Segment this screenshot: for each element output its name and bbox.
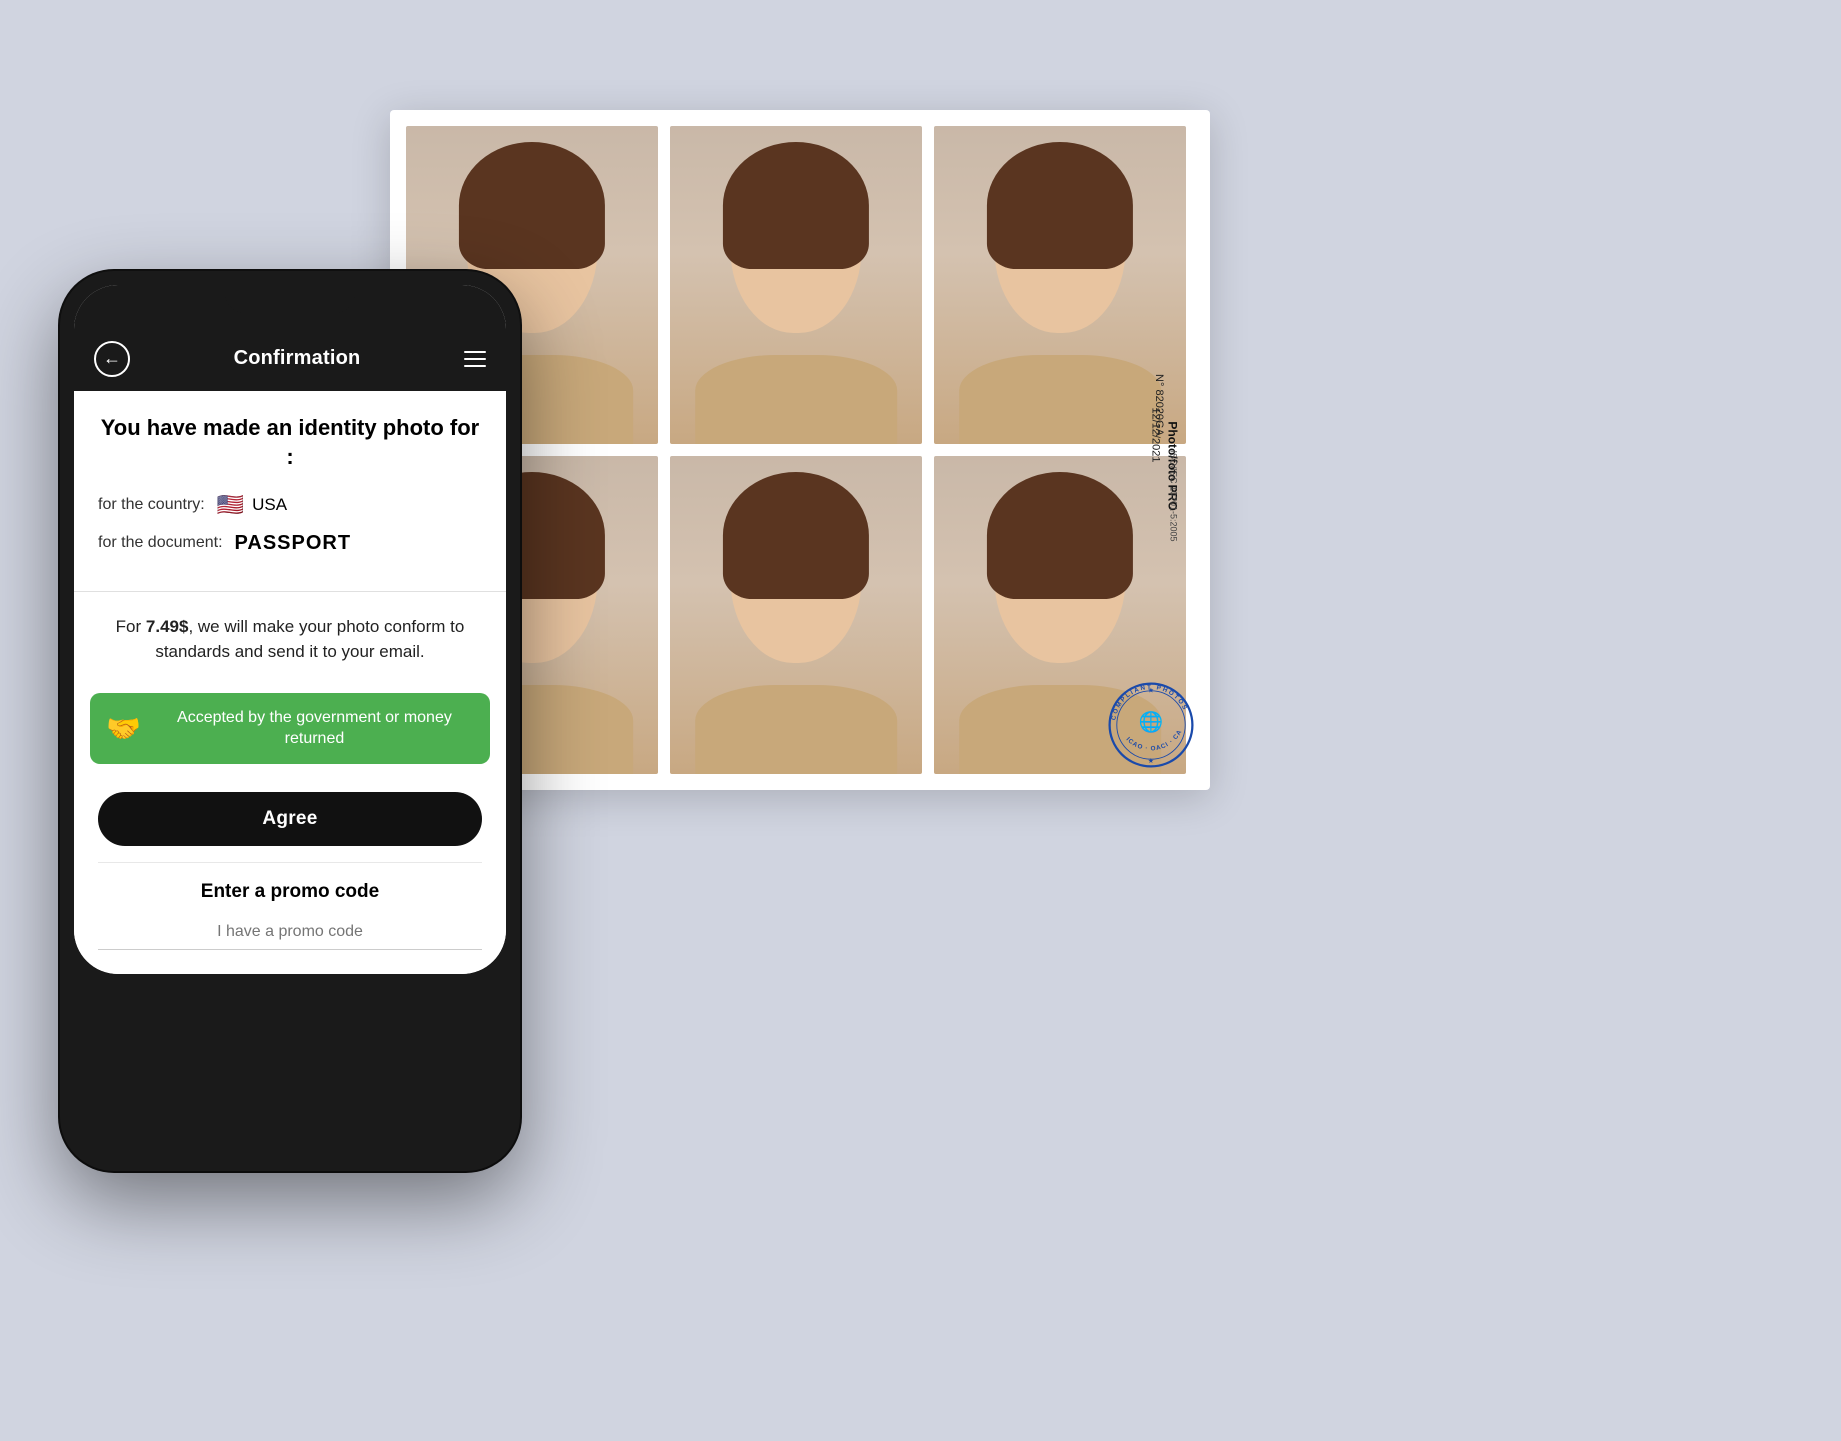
country-row: for the country: 🇺🇸 USA — [98, 492, 482, 518]
pricing-section: For 7.49$, we will make your photo confo… — [74, 596, 506, 681]
identity-title: You have made an identity photo for : — [98, 413, 482, 472]
pricing-suffix: , we will make your photo conform to sta… — [155, 617, 464, 662]
guarantee-banner: 🤝 Accepted by the government or money re… — [90, 693, 490, 764]
country-label: for the country: — [98, 496, 205, 514]
country-value: 🇺🇸 USA — [217, 492, 287, 518]
pricing-prefix: For — [116, 617, 146, 636]
document-value: PASSPORT — [235, 532, 352, 555]
phone-notch — [225, 285, 355, 313]
menu-line-1 — [464, 351, 486, 353]
app-content: You have made an identity photo for : fo… — [74, 391, 506, 975]
menu-line-3 — [464, 365, 486, 367]
header-title: Confirmation — [234, 347, 361, 370]
svg-text:★: ★ — [1148, 686, 1154, 695]
menu-button[interactable] — [464, 351, 486, 367]
photo-cell-2 — [670, 126, 922, 444]
sheet-date-label: 12/12/2021 — [1150, 407, 1162, 462]
identity-section: You have made an identity photo for : fo… — [74, 391, 506, 587]
usa-flag: 🇺🇸 — [217, 492, 244, 518]
guarantee-text: Accepted by the government or money retu… — [155, 707, 474, 750]
country-name: USA — [252, 495, 287, 515]
divider-1 — [74, 591, 506, 592]
sheet-iso-label: ISO/IEC 10701-5:2005 — [1169, 450, 1179, 541]
phone-screen: ← Confirmation You have made an identity… — [74, 285, 506, 975]
pricing-text: For 7.49$, we will make your photo confo… — [98, 614, 482, 665]
back-button[interactable]: ← — [94, 341, 130, 377]
svg-text:🌐: 🌐 — [1139, 711, 1164, 734]
photo-cell-5 — [670, 456, 922, 774]
photo-body-2 — [695, 355, 897, 444]
document-label: for the document: — [98, 534, 223, 552]
promo-title: Enter a promo code — [98, 881, 482, 903]
promo-section: Enter a promo code — [74, 863, 506, 974]
document-name: PASSPORT — [235, 532, 352, 555]
compliance-stamp: COMPLIANT PHOTOS ICAO · OACI · CAO 🌐 ★ ★ — [1106, 680, 1196, 770]
pricing-amount: 7.49$ — [146, 617, 189, 636]
back-icon: ← — [103, 348, 121, 369]
promo-input[interactable] — [98, 915, 482, 950]
document-row: for the document: PASSPORT — [98, 532, 482, 555]
handshake-icon: 🤝 — [106, 712, 141, 745]
photo-body-5 — [695, 685, 897, 774]
phone-shell: ← Confirmation You have made an identity… — [60, 271, 520, 1171]
passport-photo-5 — [670, 456, 922, 774]
agree-button[interactable]: Agree — [98, 792, 482, 846]
menu-line-2 — [464, 358, 486, 360]
agree-button-wrapper: Agree — [74, 776, 506, 862]
svg-text:★: ★ — [1148, 756, 1154, 765]
passport-photo-2 — [670, 126, 922, 444]
